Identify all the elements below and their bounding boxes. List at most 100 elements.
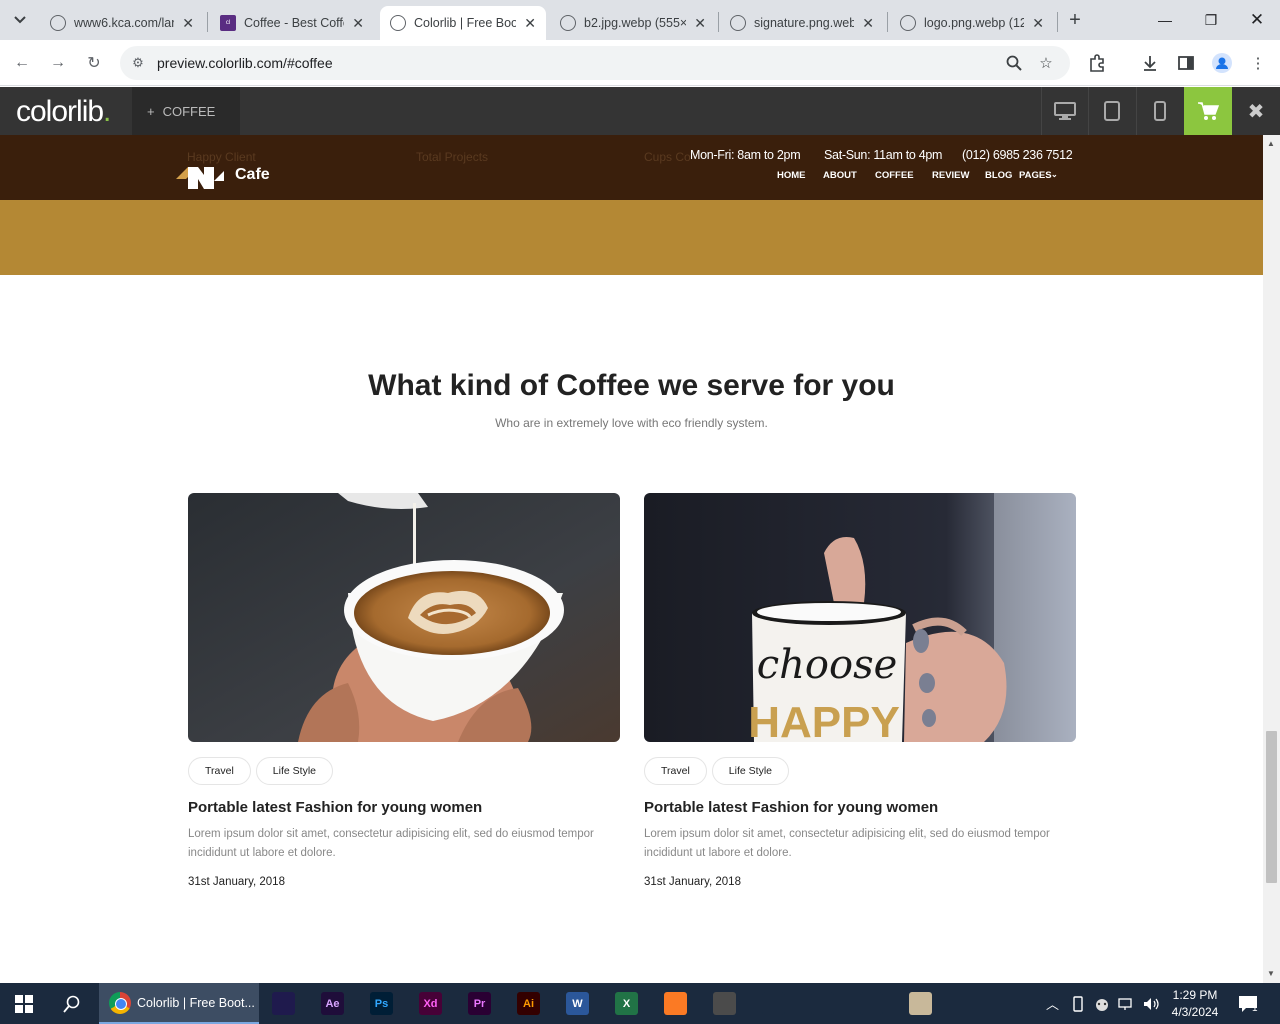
profile-avatar[interactable] bbox=[1210, 51, 1234, 75]
nav-home[interactable]: HOME bbox=[777, 170, 823, 181]
cart-icon bbox=[1198, 102, 1219, 120]
browser-tab[interactable]: signature.png.web ✕ bbox=[720, 6, 884, 40]
card-title[interactable]: Portable latest Fashion for young women bbox=[644, 799, 938, 816]
card-title[interactable]: Portable latest Fashion for young women bbox=[188, 799, 482, 816]
scroll-down-icon[interactable]: ▼ bbox=[1267, 969, 1275, 978]
tag-life-style[interactable]: Life Style bbox=[711, 757, 789, 785]
tag-list: Travel Life Style bbox=[188, 757, 333, 785]
site-settings-icon[interactable]: ⚙ bbox=[128, 53, 148, 73]
tab-search-button[interactable] bbox=[6, 6, 34, 34]
gold-banner bbox=[0, 200, 1263, 275]
mobile-view-button[interactable] bbox=[1136, 87, 1183, 135]
ghost-stat-label: Total Projects bbox=[416, 150, 489, 164]
word-icon[interactable]: W bbox=[566, 992, 589, 1015]
close-icon[interactable]: ✕ bbox=[352, 15, 364, 32]
notification-count: 1 bbox=[1252, 1003, 1258, 1014]
start-button[interactable] bbox=[0, 983, 48, 1024]
side-panel-icon[interactable] bbox=[1174, 51, 1198, 75]
nav-about[interactable]: ABOUT bbox=[823, 170, 875, 181]
network-icon[interactable] bbox=[1118, 983, 1136, 1024]
colorlib-logo[interactable]: colorlib. bbox=[16, 95, 111, 129]
browser-tab-active[interactable]: Colorlib | Free Boo ✕ bbox=[380, 6, 546, 40]
tag-life-style[interactable]: Life Style bbox=[255, 757, 333, 785]
tag-travel[interactable]: Travel bbox=[644, 757, 707, 785]
nav-review[interactable]: REVIEW bbox=[932, 170, 985, 181]
taskbar-search-button[interactable] bbox=[48, 983, 96, 1024]
browser-tab[interactable]: www6.kca.com/lan ✕ bbox=[40, 6, 204, 40]
xd-icon[interactable]: Xd bbox=[419, 992, 442, 1015]
close-icon: ✕ bbox=[1249, 10, 1265, 29]
after-effects-icon[interactable]: Ae bbox=[321, 992, 344, 1015]
plus-icon: + bbox=[1069, 8, 1081, 31]
taskbar-chrome-window[interactable]: Colorlib | Free Boot... bbox=[99, 983, 259, 1024]
nav-blog[interactable]: BLOG bbox=[985, 170, 1019, 181]
tag-list: Travel Life Style bbox=[644, 757, 789, 785]
browser-tab[interactable]: cl Coffee - Best Coffe ✕ bbox=[210, 6, 374, 40]
close-icon[interactable]: ✕ bbox=[694, 15, 706, 32]
url-text[interactable]: preview.colorlib.com/#coffee bbox=[157, 55, 333, 71]
tab-title: b2.jpg.webp (555× bbox=[584, 16, 687, 30]
address-bar[interactable]: ⚙ preview.colorlib.com/#coffee ☆ bbox=[120, 46, 1070, 80]
notification-center-button[interactable]: 1 bbox=[1238, 983, 1258, 1024]
illustrator-icon[interactable]: Ai bbox=[517, 992, 540, 1015]
scroll-up-icon[interactable]: ▲ bbox=[1267, 139, 1275, 148]
new-tab-button[interactable]: + bbox=[1062, 7, 1088, 33]
buy-theme-button[interactable] bbox=[1184, 87, 1232, 135]
page-scrollbar[interactable]: ▲ ▼ bbox=[1263, 135, 1280, 983]
premiere-icon[interactable]: Pr bbox=[468, 992, 491, 1015]
card-excerpt: Lorem ipsum dolor sit amet, consectetur … bbox=[188, 828, 594, 859]
photo-thumbnail-icon[interactable] bbox=[909, 992, 932, 1015]
taskbar-clock[interactable]: 1:29 PM 4/3/2024 bbox=[1162, 987, 1228, 1021]
globe-icon bbox=[390, 15, 406, 31]
back-button[interactable]: ← bbox=[8, 49, 36, 77]
adobe-media-encoder-icon[interactable] bbox=[272, 992, 295, 1015]
show-hidden-icons[interactable]: ︿ bbox=[1046, 983, 1059, 1024]
desktop-view-button[interactable] bbox=[1041, 87, 1088, 135]
nav-pages[interactable]: PAGES bbox=[1019, 170, 1052, 181]
vscode-icon[interactable] bbox=[811, 992, 834, 1015]
reload-button[interactable]: ↻ bbox=[80, 49, 108, 77]
close-icon[interactable]: ✕ bbox=[862, 15, 874, 32]
globe-icon bbox=[50, 15, 66, 31]
tag-travel[interactable]: Travel bbox=[188, 757, 251, 785]
restore-button[interactable]: ❐ bbox=[1188, 0, 1234, 40]
download-icon[interactable] bbox=[1138, 51, 1162, 75]
more-menu-icon[interactable]: ⋮ bbox=[1246, 51, 1270, 75]
minimize-button[interactable]: — bbox=[1142, 0, 1188, 40]
latte-photo-graphic bbox=[188, 493, 620, 742]
forward-button[interactable]: → bbox=[44, 49, 72, 77]
tab-title: www6.kca.com/lan bbox=[74, 16, 175, 30]
paint-icon[interactable] bbox=[860, 992, 883, 1015]
xampp-icon[interactable] bbox=[664, 992, 687, 1015]
antivirus-icon[interactable] bbox=[1094, 983, 1110, 1024]
close-icon[interactable]: ✕ bbox=[524, 15, 536, 32]
nav-coffee[interactable]: COFFEE bbox=[875, 170, 932, 181]
theme-selector[interactable]: + COFFEE bbox=[132, 87, 240, 135]
star-icon[interactable]: ☆ bbox=[1036, 53, 1056, 73]
window-close-button[interactable]: ✕ bbox=[1234, 0, 1280, 40]
photoshop-icon[interactable]: Ps bbox=[370, 992, 393, 1015]
chevron-down-icon[interactable]: ⌄ bbox=[1051, 170, 1061, 181]
arrow-right-icon: → bbox=[50, 54, 66, 71]
figma-icon[interactable] bbox=[762, 992, 785, 1015]
latte-art-cup-photo[interactable] bbox=[188, 493, 620, 742]
extensions-icon[interactable] bbox=[1085, 51, 1109, 75]
excel-icon[interactable]: X bbox=[615, 992, 638, 1015]
browser-tab[interactable]: logo.png.webp (12 ✕ bbox=[890, 6, 1054, 40]
browser-tab[interactable]: b2.jpg.webp (555× ✕ bbox=[550, 6, 716, 40]
close-preview-button[interactable]: ✖ bbox=[1232, 87, 1280, 135]
theme-label: COFFEE bbox=[162, 103, 216, 119]
close-icon[interactable]: ✕ bbox=[182, 15, 194, 32]
main-nav: HOME ABOUT COFFEE REVIEW BLOG PAGES ⌄ bbox=[777, 170, 1061, 181]
sublime-icon[interactable] bbox=[713, 992, 736, 1015]
usb-icon[interactable] bbox=[1072, 983, 1084, 1024]
hours-weekend: Sat-Sun: 11am to 4pm bbox=[824, 148, 943, 162]
choose-happy-mug-photo[interactable]: choose HAPPY bbox=[644, 493, 1076, 742]
mug-text-happy: HAPPY bbox=[748, 698, 900, 742]
tablet-view-button[interactable] bbox=[1088, 87, 1135, 135]
zoom-icon[interactable] bbox=[1004, 53, 1024, 73]
close-icon[interactable]: ✕ bbox=[1032, 15, 1044, 32]
scrollbar-thumb[interactable] bbox=[1266, 731, 1277, 883]
site-logo[interactable]: Cafe bbox=[176, 161, 270, 189]
volume-icon[interactable] bbox=[1142, 983, 1160, 1024]
